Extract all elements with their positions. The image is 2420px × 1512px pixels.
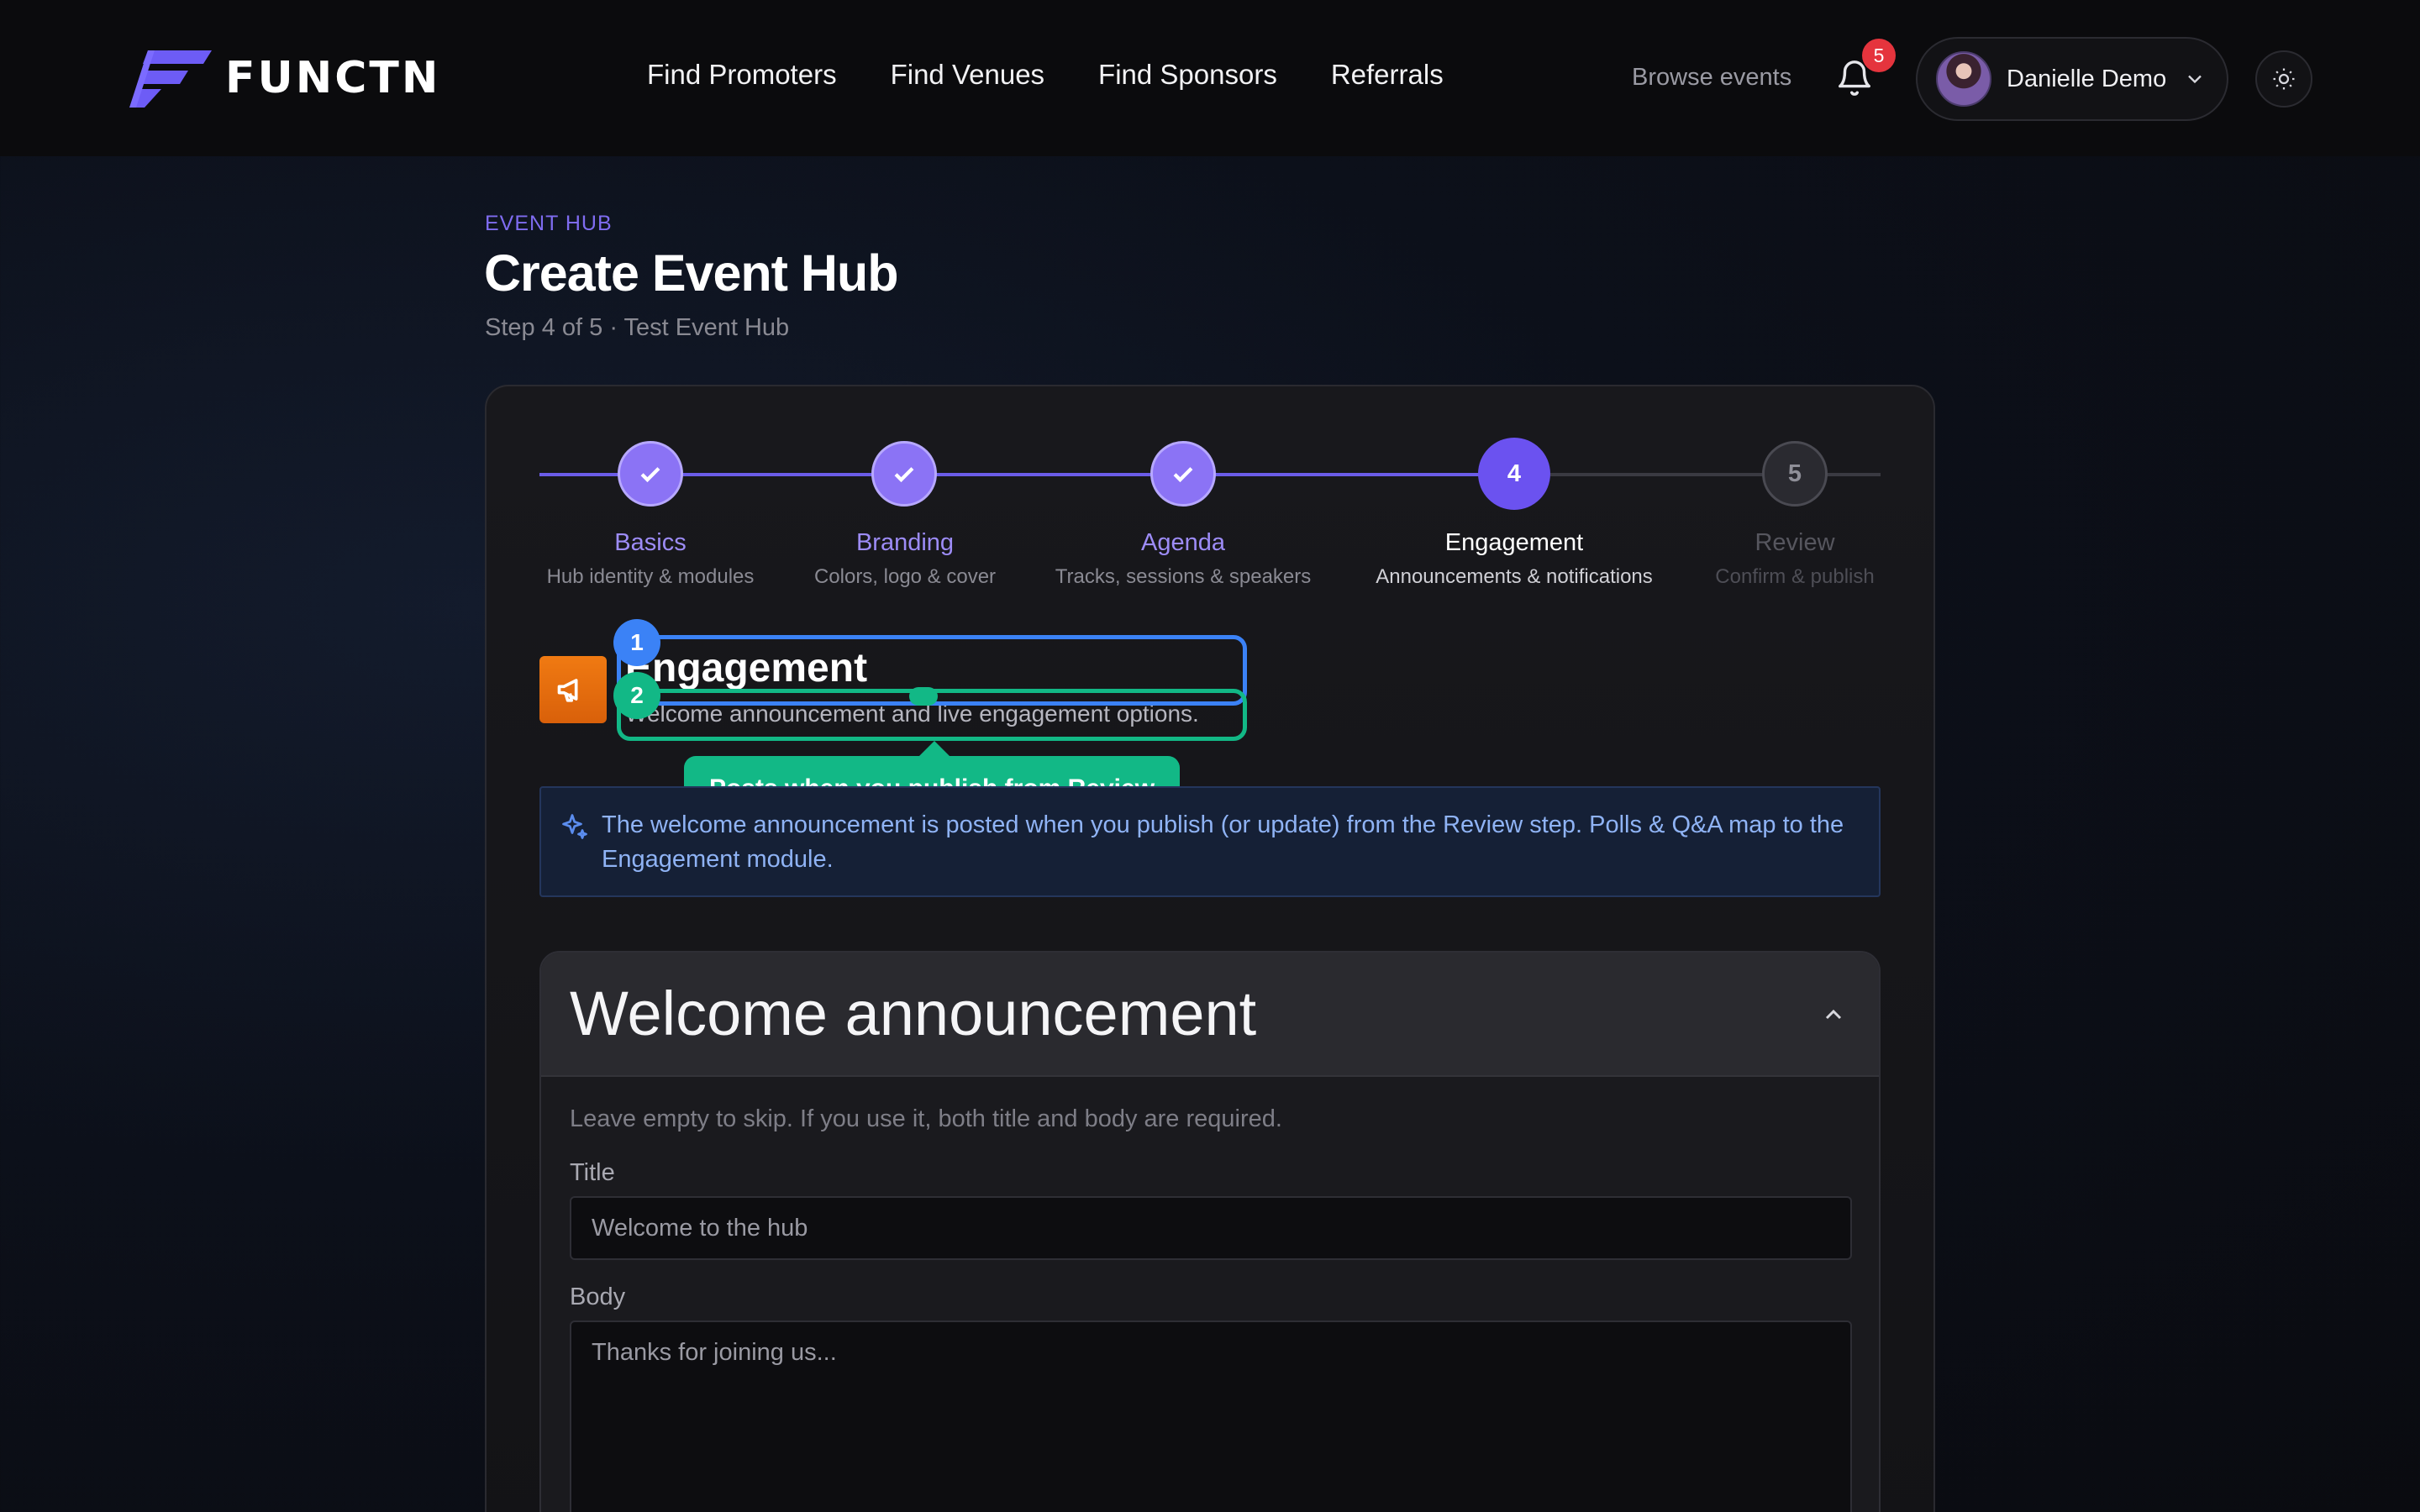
info-banner-text: The welcome announcement is posted when … (602, 811, 1844, 873)
step-review-circle[interactable]: 5 (1762, 441, 1828, 507)
functn-logo[interactable]: FUNCTN (129, 47, 440, 109)
user-name: Danielle Demo (2007, 65, 2167, 92)
top-navbar: FUNCTN Find Promoters Find Venues Find S… (0, 0, 2420, 156)
chevron-down-icon (2188, 75, 2202, 84)
tooltip-arrow (919, 741, 950, 756)
brand-name: FUNCTN (225, 53, 441, 103)
check-icon (1173, 467, 1193, 483)
notification-count-badge: 5 (1862, 39, 1896, 72)
welcome-announcement-panel: Welcome announcement Leave empty to skip… (539, 951, 1881, 1512)
avatar (1936, 51, 1991, 107)
chevron-up-icon[interactable] (1820, 1001, 1847, 1028)
stepper-line-upcoming (1550, 473, 1881, 476)
nav-find-venues[interactable]: Find Venues (891, 59, 1044, 91)
step-basics-circle[interactable] (618, 441, 683, 507)
step-review-desc: Confirm & publish (1715, 565, 1875, 588)
announcement-title-input[interactable] (570, 1196, 1852, 1260)
sparkles-icon (562, 814, 587, 839)
body-label: Body (570, 1284, 626, 1310)
welcome-announcement-heading: Welcome announcement (570, 979, 1257, 1048)
sun-icon (2273, 68, 2295, 90)
stepper-line-complete (539, 473, 1514, 476)
step-branding-label: Branding (855, 529, 955, 556)
main-nav: Find Promoters Find Venues Find Sponsors… (647, 59, 1444, 91)
browse-events-link[interactable]: Browse events (1632, 64, 1791, 92)
page-eyebrow: EVENT HUB (485, 212, 613, 235)
step-agenda-label: Agenda (1141, 529, 1225, 556)
check-icon (640, 467, 660, 483)
step-basics-label: Basics (614, 529, 687, 556)
user-menu-button[interactable]: Danielle Demo (1916, 37, 2228, 121)
announcement-body-textarea[interactable] (570, 1320, 1852, 1512)
highlight-badge-2: 2 (613, 672, 660, 719)
nav-find-sponsors[interactable]: Find Sponsors (1098, 59, 1277, 91)
page-subtitle: Step 4 of 5 · Test Event Hub (485, 314, 790, 341)
step-engagement-desc: Announcements & notifications (1376, 565, 1653, 588)
step-basics-desc: Hub identity & modules (546, 565, 755, 588)
highlight-cursor-dot (909, 687, 938, 706)
page-title: Create Event Hub (484, 244, 898, 302)
step-branding-circle[interactable] (871, 441, 937, 507)
step-engagement-label: Engagement (1444, 529, 1584, 556)
functn-logo-icon (129, 50, 212, 108)
megaphone-icon (539, 656, 607, 723)
theme-toggle-button[interactable] (2255, 50, 2312, 108)
nav-referrals[interactable]: Referrals (1331, 59, 1444, 91)
step-branding-desc: Colors, logo & cover (813, 565, 997, 588)
step-review-label: Review (1754, 529, 1835, 556)
info-banner: The welcome announcement is posted when … (539, 786, 1881, 897)
check-icon (894, 467, 914, 483)
nav-find-promoters[interactable]: Find Promoters (647, 59, 837, 91)
welcome-announcement-help: Leave empty to skip. If you use it, both… (570, 1105, 1282, 1132)
step-engagement-circle[interactable]: 4 (1478, 438, 1550, 510)
highlight-badge-1: 1 (613, 619, 660, 666)
step-agenda-circle[interactable] (1150, 441, 1216, 507)
step-agenda-desc: Tracks, sessions & speakers (1055, 565, 1312, 588)
title-label: Title (570, 1159, 615, 1186)
welcome-announcement-header[interactable]: Welcome announcement (541, 953, 1879, 1077)
